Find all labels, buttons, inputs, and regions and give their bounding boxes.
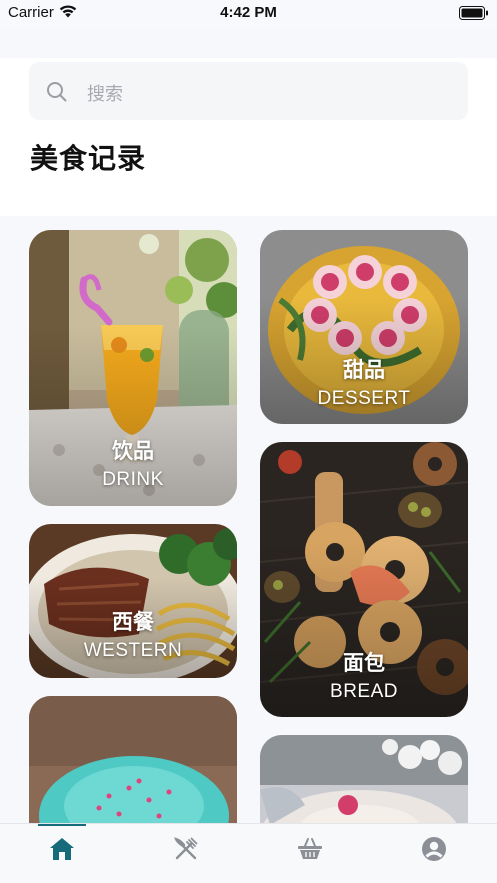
category-card-drink[interactable]: 饮品 DRINK [29,230,237,506]
cake-photo [260,735,468,823]
card-title: 甜品 [343,358,385,382]
clock-time: 4:42 PM [220,4,277,21]
search-icon [47,82,67,102]
fork-knife-icon [174,837,198,860]
tab-home[interactable] [0,824,124,874]
status-bar: Carrier 4:42 PM [0,0,497,28]
category-card-western[interactable]: 西餐 WESTERN [29,524,237,678]
search-bar[interactable]: 搜索 [29,62,468,120]
card-title: 西餐 [112,610,154,634]
category-grid: 饮品 DRINK 甜品 DESSERT 西餐 WESTERN 面包 BREAD [0,216,497,823]
cupcake-photo [29,696,237,823]
user-profile-icon [422,837,446,861]
card-subtitle: BREAD [330,681,398,702]
tab-profile[interactable] [372,824,496,874]
tab-recipes[interactable] [124,824,248,874]
basket-icon [298,838,322,859]
search-input[interactable]: 搜索 [87,80,123,106]
card-subtitle: DESSERT [317,388,411,409]
page-title: 美食记录 [30,142,147,175]
card-title: 面包 [343,651,385,675]
card-subtitle: WESTERN [83,640,183,661]
category-card-bread[interactable]: 面包 BREAD [260,442,468,717]
tab-bar [0,823,497,883]
category-card-dessert[interactable]: 甜品 DESSERT [260,230,468,424]
tab-basket[interactable] [248,824,372,874]
home-icon [50,838,74,860]
battery-icon [459,6,488,20]
category-card-partial-left[interactable] [29,696,237,823]
card-subtitle: DRINK [102,469,164,490]
card-title: 饮品 [112,439,154,463]
category-card-partial-right[interactable] [260,735,468,823]
